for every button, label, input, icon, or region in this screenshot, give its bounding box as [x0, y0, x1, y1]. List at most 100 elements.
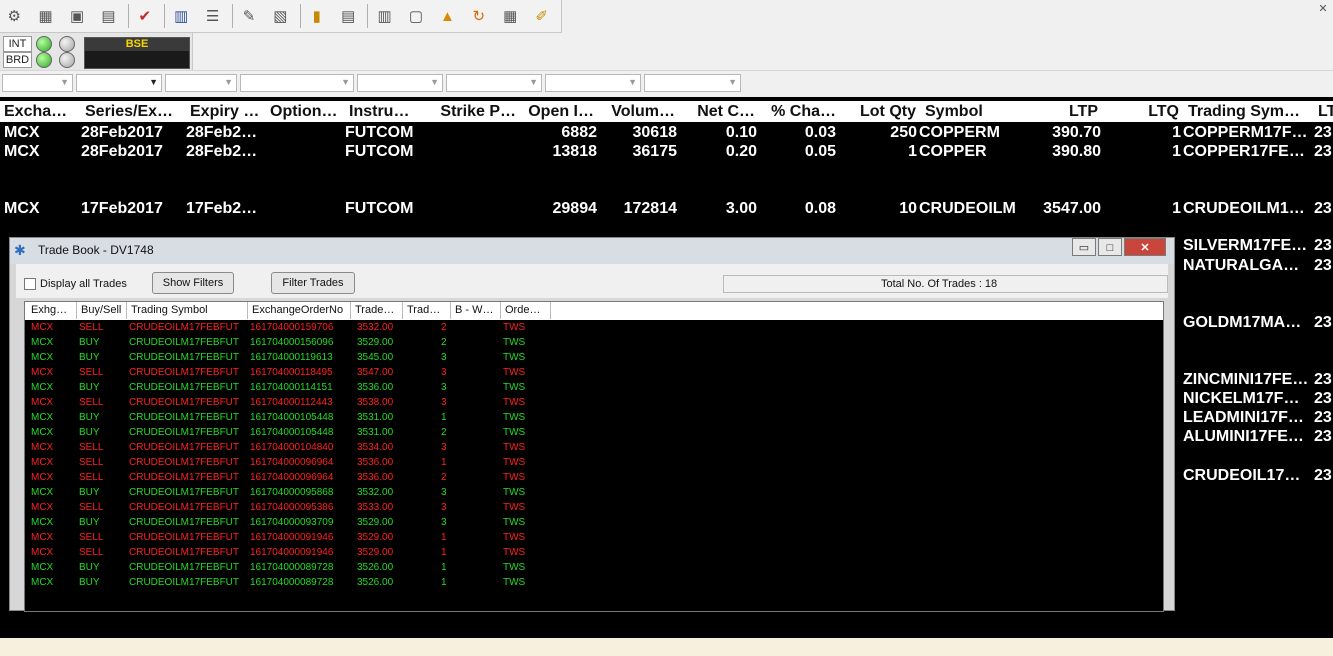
close-button[interactable]: ✕ — [1124, 238, 1166, 256]
mw-cell-open-interest[interactable]: 6882 — [522, 124, 597, 142]
col-option[interactable]: Option… — [270, 101, 342, 122]
mw-cell-series[interactable]: 28Feb2017 — [81, 143, 163, 161]
trade-row[interactable]: MCX BUY CRUDEOILM17FEBFUT 161704000156096 35… — [25, 335, 1163, 350]
col-ltp[interactable]: LTP — [1020, 101, 1098, 122]
minimize-button[interactable]: ▭ — [1072, 238, 1096, 256]
trade-row[interactable]: MCX BUY CRUDEOILM17FEBFUT 161704000105448 35… — [25, 410, 1163, 425]
mw-cell-lt[interactable]: 23 — [1314, 237, 1332, 255]
list-icon[interactable]: ☰ — [200, 3, 224, 29]
mw-cell-expiry[interactable]: 17Feb2… — [186, 200, 257, 218]
col-buy-sell[interactable]: Buy/Sell — [77, 302, 127, 319]
clipboard-icon[interactable]: ▦ — [498, 3, 522, 29]
trade-row[interactable]: MCX SELL CRUDEOILM17FEBFUT 161704000096964 3… — [25, 455, 1163, 470]
mw-cell-net-change[interactable]: 0.10 — [683, 124, 757, 142]
trade-row[interactable]: MCX SELL CRUDEOILM17FEBFUT 161704000096964 3… — [25, 470, 1163, 485]
mw-cell-exchange[interactable]: MCX — [4, 143, 40, 161]
mw-cell-pct-change[interactable]: 0.08 — [762, 200, 836, 218]
filter-combo-1[interactable]: ▼ — [2, 74, 73, 92]
display-all-checkbox[interactable] — [24, 278, 36, 290]
mw-cell-lt[interactable]: 23 — [1314, 409, 1332, 427]
trade-row[interactable]: MCX SELL CRUDEOILM17FEBFUT 161704000159706 3… — [25, 320, 1163, 335]
col-order[interactable]: Orde… — [501, 302, 551, 319]
mw-cell-symbol[interactable]: CRUDEOILM — [919, 200, 1016, 218]
filter-combo-5[interactable]: ▼ — [357, 74, 443, 92]
col-trading-symbol[interactable]: Trading Sym… — [1188, 101, 1310, 122]
grid-icon[interactable]: ▥ — [372, 3, 396, 29]
col-volume[interactable]: Volum… — [601, 101, 675, 122]
col-strike-price[interactable]: Strike P… — [424, 101, 516, 122]
mw-cell-expiry[interactable]: 28Feb2… — [186, 124, 257, 142]
mw-cell-series[interactable]: 17Feb2017 — [81, 200, 163, 218]
mw-cell-exchange[interactable]: MCX — [4, 124, 40, 142]
mw-cell-trading-symbol[interactable]: LEADMINI17F… — [1183, 409, 1313, 427]
mw-cell-trading-symbol[interactable]: COPPER17FE… — [1183, 143, 1313, 161]
col-trade-price[interactable]: Trade… — [351, 302, 403, 319]
mw-cell-lt[interactable]: 23 — [1314, 200, 1332, 218]
mw-cell-trading-symbol[interactable]: SILVERM17FE… — [1183, 237, 1313, 255]
mw-cell-instrument[interactable]: FUTCOM — [345, 200, 413, 218]
trade-row[interactable]: MCX BUY CRUDEOILM17FEBFUT 161704000105448 35… — [25, 425, 1163, 440]
mw-cell-lt[interactable]: 23 — [1314, 371, 1332, 389]
mw-cell-volume[interactable]: 30618 — [601, 124, 678, 142]
chart-icon[interactable]: ▲ — [435, 3, 459, 29]
mw-cell-lt[interactable]: 23 — [1314, 124, 1332, 142]
col-bw[interactable]: B - W… — [451, 302, 501, 319]
trade-book-titlebar[interactable]: ✱ Trade Book - DV1748 ▭ □ ✕ — [10, 238, 1174, 264]
mw-cell-pct-change[interactable]: 0.05 — [762, 143, 836, 161]
mw-cell-instrument[interactable]: FUTCOM — [345, 124, 413, 142]
mw-cell-ltq[interactable]: 1 — [1105, 200, 1181, 218]
mw-cell-symbol[interactable]: COPPER — [919, 143, 987, 161]
col-exchange[interactable]: Exhg… — [27, 302, 77, 319]
notepad-icon[interactable]: ▮ — [305, 3, 329, 29]
trade-row[interactable]: MCX BUY CRUDEOILM17FEBFUT 161704000114151 35… — [25, 380, 1163, 395]
trade-row[interactable]: MCX BUY CRUDEOILM17FEBFUT 161704000119613 35… — [25, 350, 1163, 365]
document-icon[interactable]: ▤ — [336, 3, 360, 29]
mw-cell-ltp[interactable]: 390.70 — [1020, 124, 1101, 142]
col-ltq[interactable]: LTQ — [1105, 101, 1179, 122]
col-exchange-order-no[interactable]: ExchangeOrderNo — [248, 302, 351, 319]
mw-cell-lt[interactable]: 23 — [1314, 314, 1332, 332]
col-exchange[interactable]: Excha… — [4, 101, 80, 122]
trade-row[interactable]: MCX BUY CRUDEOILM17FEBFUT 161704000093709 35… — [25, 515, 1163, 530]
mw-cell-ltq[interactable]: 1 — [1105, 124, 1181, 142]
mw-cell-volume[interactable]: 36175 — [601, 143, 678, 161]
col-pct-change[interactable]: % Cha… — [762, 101, 836, 122]
col-symbol[interactable]: Symbol — [925, 101, 1017, 122]
mw-cell-exchange[interactable]: MCX — [4, 200, 40, 218]
col-series[interactable]: Series/Ex… — [85, 101, 183, 122]
trade-row[interactable]: MCX BUY CRUDEOILM17FEBFUT 161704000089728 35… — [25, 560, 1163, 575]
mw-cell-trading-symbol[interactable]: CRUDEOILM1… — [1183, 200, 1313, 218]
filter-combo-4[interactable]: ▼ — [240, 74, 354, 92]
col-lot-qty[interactable]: Lot Qty — [842, 101, 916, 122]
mw-cell-lt[interactable]: 23 — [1314, 390, 1332, 408]
pencil-icon[interactable]: ✐ — [529, 3, 553, 29]
screen-icon[interactable]: ▣ — [65, 3, 89, 29]
col-trading-symbol[interactable]: Trading Symbol — [127, 302, 248, 319]
mw-cell-lt[interactable]: 23 — [1314, 257, 1332, 275]
toolbar-close-icon[interactable]: ✕ — [1316, 2, 1330, 16]
col-open-interest[interactable]: Open I… — [522, 101, 594, 122]
trade-row[interactable]: MCX BUY CRUDEOILM17FEBFUT 161704000095868 35… — [25, 485, 1163, 500]
trade-row[interactable]: MCX SELL CRUDEOILM17FEBFUT 161704000104840 3… — [25, 440, 1163, 455]
mw-cell-pct-change[interactable]: 0.03 — [762, 124, 836, 142]
mw-cell-ltq[interactable]: 1 — [1105, 143, 1181, 161]
display-all-label[interactable]: Display all Trades — [40, 278, 127, 290]
filter-combo-2[interactable]: ▼ — [76, 74, 162, 92]
mw-cell-trading-symbol[interactable]: ZINCMINI17FE… — [1183, 371, 1313, 389]
col-net-change[interactable]: Net C… — [683, 101, 755, 122]
mw-cell-instrument[interactable]: FUTCOM — [345, 143, 413, 161]
filter-combo-3[interactable]: ▼ — [165, 74, 237, 92]
settings-icon[interactable]: ▢ — [404, 3, 428, 29]
mw-cell-lt[interactable]: 23 — [1314, 467, 1332, 485]
mw-cell-trading-symbol[interactable]: NICKELM17F… — [1183, 390, 1313, 408]
mw-cell-ltp[interactable]: 390.80 — [1020, 143, 1101, 161]
mw-cell-lot-qty[interactable]: 1 — [842, 143, 917, 161]
mw-cell-volume[interactable]: 172814 — [601, 200, 677, 218]
mw-cell-trading-symbol[interactable]: CRUDEOIL17… — [1183, 467, 1313, 485]
filter-trades-button[interactable]: Filter Trades — [271, 272, 355, 294]
mw-cell-lt[interactable]: 23 — [1314, 143, 1332, 161]
trade-row[interactable]: MCX SELL CRUDEOILM17FEBFUT 161704000095386 3… — [25, 500, 1163, 515]
filter-combo-7[interactable]: ▼ — [545, 74, 641, 92]
mw-cell-trading-symbol[interactable]: NATURALGA… — [1183, 257, 1313, 275]
mw-cell-ltp[interactable]: 3547.00 — [1020, 200, 1101, 218]
